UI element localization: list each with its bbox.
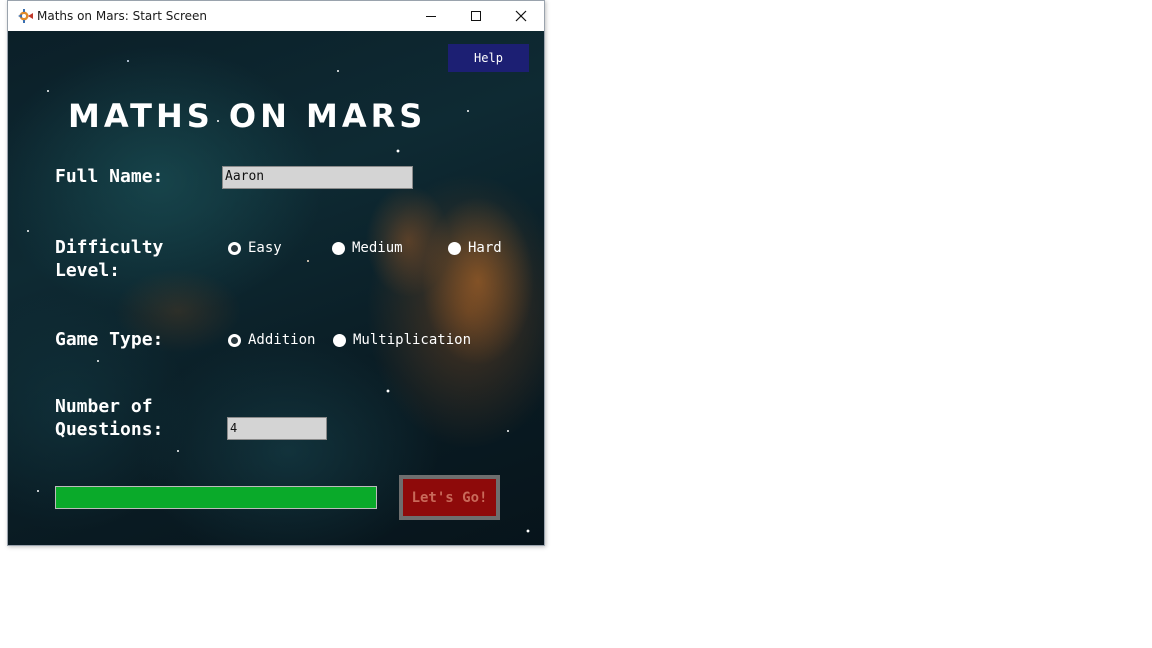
number-of-questions-input[interactable]: 4 bbox=[227, 417, 327, 440]
radio-unselected-icon bbox=[448, 241, 461, 255]
game-type-addition-radio[interactable]: Addition bbox=[228, 332, 315, 348]
minimize-icon bbox=[425, 16, 436, 17]
radio-selected-icon bbox=[228, 241, 241, 255]
maximize-icon bbox=[470, 11, 481, 21]
difficulty-easy-radio[interactable]: Easy bbox=[228, 240, 282, 256]
difficulty-easy-label: Easy bbox=[248, 240, 282, 256]
lets-go-button[interactable]: Let's Go! bbox=[399, 475, 500, 520]
radio-selected-icon bbox=[228, 333, 241, 347]
game-type-multiplication-radio[interactable]: Multiplication bbox=[333, 332, 471, 348]
title-bar: Maths on Mars: Start Screen bbox=[8, 1, 544, 31]
game-type-multiplication-label: Multiplication bbox=[353, 332, 472, 348]
difficulty-hard-label: Hard bbox=[468, 240, 502, 256]
progress-bar-fill bbox=[56, 487, 376, 508]
close-button[interactable] bbox=[498, 1, 543, 31]
full-name-input[interactable]: Aaron bbox=[222, 166, 413, 189]
progress-bar bbox=[55, 486, 377, 509]
difficulty-label: Difficulty Level: bbox=[55, 237, 164, 281]
app-title: MATHS ON MARS bbox=[68, 97, 427, 135]
close-icon bbox=[515, 10, 526, 22]
maximize-button[interactable] bbox=[453, 1, 498, 31]
help-button[interactable]: Help bbox=[448, 44, 529, 72]
window-title: Maths on Mars: Start Screen bbox=[37, 9, 207, 23]
difficulty-medium-label: Medium bbox=[352, 240, 403, 256]
minimize-button[interactable] bbox=[408, 1, 453, 31]
app-window: Maths on Mars: Start Screen Help MATHS O… bbox=[7, 0, 545, 546]
game-type-addition-label: Addition bbox=[248, 332, 316, 348]
rocket-app-icon bbox=[16, 8, 34, 24]
number-of-questions-label: Number of Questions: bbox=[55, 396, 164, 440]
space-background: Help MATHS ON MARS Full Name: Aaron Diff… bbox=[8, 31, 544, 545]
game-type-label: Game Type: bbox=[55, 329, 164, 350]
radio-unselected-icon bbox=[332, 241, 345, 255]
difficulty-hard-radio[interactable]: Hard bbox=[448, 240, 502, 256]
desktop: Maths on Mars: Start Screen Help MATHS O… bbox=[0, 0, 1152, 648]
full-name-label: Full Name: bbox=[55, 166, 164, 187]
radio-unselected-icon bbox=[333, 333, 346, 347]
difficulty-medium-radio[interactable]: Medium bbox=[332, 240, 403, 256]
